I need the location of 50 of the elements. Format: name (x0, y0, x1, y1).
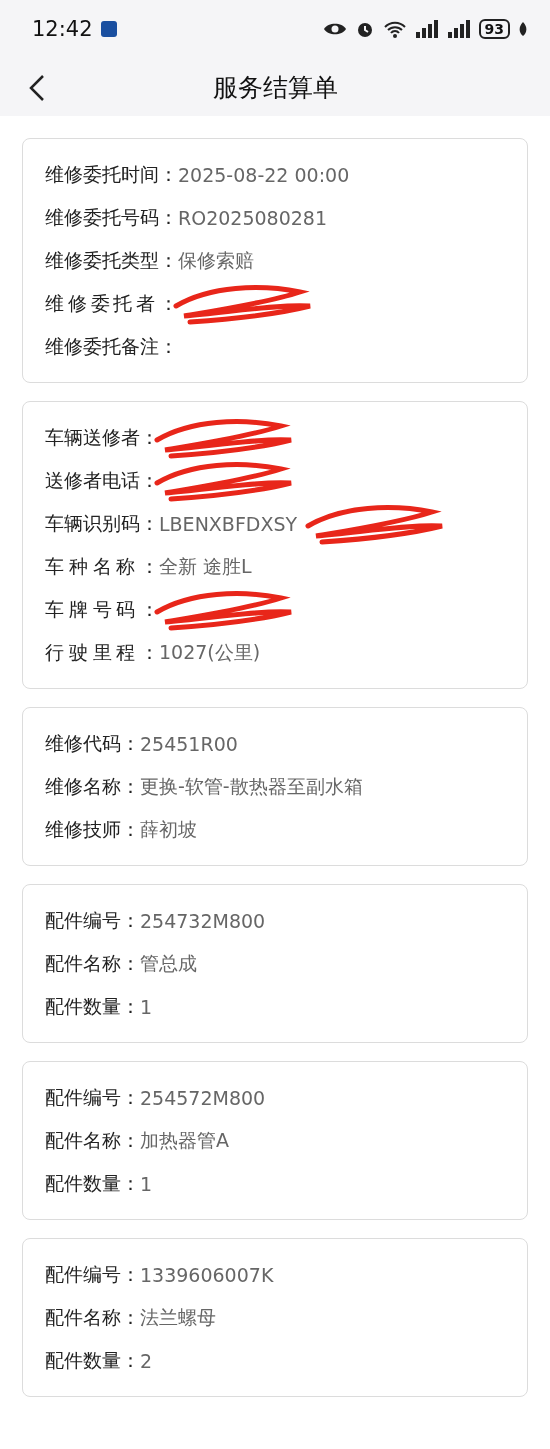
field-label: 车辆送修者： (45, 424, 159, 450)
signal-icon (414, 20, 439, 38)
battery-level: 93 (478, 19, 510, 39)
field-label: 行驶里程： (45, 639, 159, 665)
field-value: 全新 途胜L (159, 553, 252, 579)
field-label: 维修委托者： (45, 290, 178, 316)
field-label: 配件编号： (45, 1084, 140, 1110)
field-value: 2 (140, 1349, 153, 1372)
field-value: 254572M800 (140, 1086, 266, 1109)
field-value: 1339606007K (140, 1263, 274, 1286)
field-value: RO2025080281 (178, 206, 328, 229)
field-value: 法兰螺母 (140, 1304, 216, 1330)
signal-icon (446, 20, 471, 38)
field-label: 配件名称： (45, 1127, 140, 1153)
field-value: 254732M800 (140, 909, 266, 932)
field-label: 维修委托备注： (45, 333, 178, 359)
field-value: LBENXBFDXSY (159, 512, 298, 535)
field-value: 1 (140, 1172, 153, 1195)
field-value: 更换-软管-散热器至副水箱 (140, 773, 363, 799)
field-label: 维修委托类型： (45, 247, 178, 273)
leaf-icon (518, 21, 528, 37)
field-label: 车辆识别码： (45, 510, 159, 536)
field-value: 管总成 (140, 950, 197, 976)
field-label: 配件数量： (45, 993, 140, 1019)
field-label: 维修技师： (45, 816, 140, 842)
field-label: 配件编号： (45, 1261, 140, 1287)
field-label: 送修者电话： (45, 467, 159, 493)
field-label: 维修委托号码： (45, 204, 178, 230)
field-label: 配件编号： (45, 907, 140, 933)
field-label: 维修名称： (45, 773, 140, 799)
field-value: 1027(公里) (159, 639, 261, 665)
field-label: 车牌号码： (45, 596, 159, 622)
field-label: 维修代码： (45, 730, 140, 756)
field-value: 保修索赔 (178, 247, 254, 273)
clock-time: 12:42 (32, 17, 93, 41)
field-value: 1 (140, 995, 153, 1018)
field-label: 配件数量： (45, 1347, 140, 1373)
app-notification-icon (100, 21, 117, 37)
wifi-icon (382, 19, 407, 39)
eye-icon (322, 21, 347, 37)
field-label: 配件数量： (45, 1170, 140, 1196)
page-title: 服务结算单 (212, 71, 338, 104)
field-label: 维修委托时间： (45, 161, 178, 187)
field-value: 2025-08-22 00:00 (178, 163, 350, 186)
field-value: 25451R00 (140, 732, 238, 755)
field-value: 加热器管A (140, 1127, 229, 1153)
field-label: 配件名称： (45, 950, 140, 976)
field-value: 薛初坡 (140, 816, 197, 842)
field-label: 配件名称： (45, 1304, 140, 1330)
field-label: 车种名称： (45, 553, 159, 579)
